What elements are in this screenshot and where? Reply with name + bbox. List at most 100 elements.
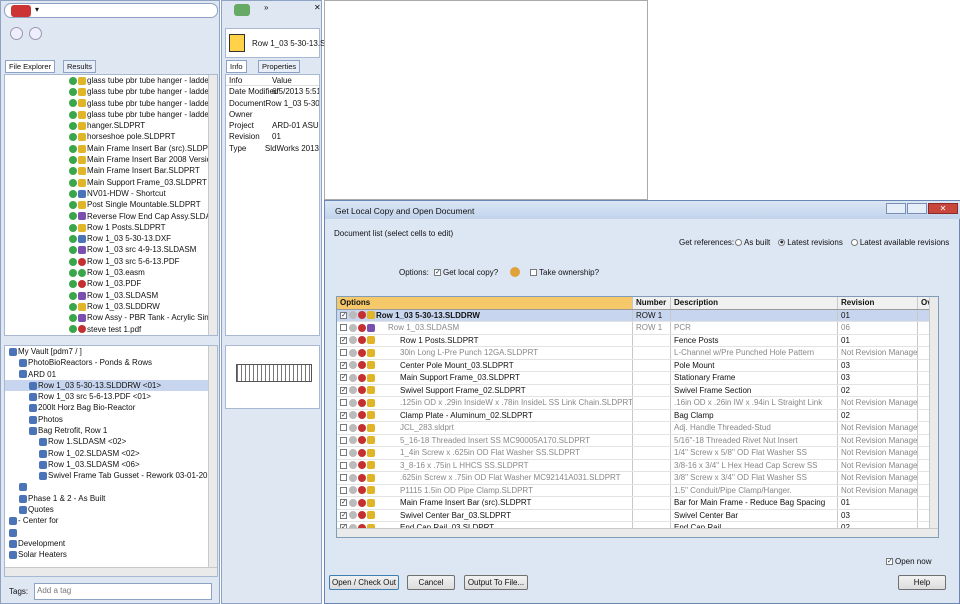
tab-properties[interactable]: Properties [258,60,301,73]
row-checkbox[interactable]: ✓ [340,361,347,369]
table-row[interactable]: ✓ Main Support Frame_03.SLDPRT Stationary … [337,372,938,385]
options-cell[interactable]: ✓ Main Support Frame_03.SLDPRT [337,372,632,384]
vault-tree-item[interactable]: Quotes [5,504,217,515]
col-number[interactable]: Number [632,297,670,309]
options-cell[interactable]: JCL_283.sldprt [337,422,632,434]
forward-button[interactable] [29,27,42,40]
help-button[interactable]: Help [898,575,946,590]
revision-cell[interactable]: 03 [837,509,917,521]
table-row[interactable]: ✓ Main Frame Insert Bar (src).SLDPRT Bar f… [337,497,938,510]
table-row[interactable]: ✓ Clamp Plate - Aluminum_02.SLDPRT Bag Cla… [337,409,938,422]
file-list-item[interactable]: Row 1_03 5-30-13.DXF [65,233,217,244]
number-cell[interactable] [632,497,670,509]
radio-option[interactable]: Latest available revisions [850,238,949,247]
row-checkbox[interactable]: ✓ [340,411,347,419]
table-row[interactable]: JCL_283.sldprt Adj. Handle Threaded-Stud N… [337,422,938,435]
file-list-item[interactable]: hanger.SLDPRT [65,120,217,131]
row-checkbox[interactable] [340,461,347,469]
output-to-file-button[interactable]: Output To File... [464,575,528,590]
vault-tree-item[interactable]: Row 1_03 5-30-13.SLDDRW <01> [5,379,217,392]
revision-cell[interactable]: 01 [837,309,917,321]
row-checkbox[interactable] [340,436,347,444]
description-cell[interactable]: Swivel Center Bar [670,509,837,521]
open-now-checkbox[interactable]: ✓ Open now [886,557,931,566]
file-list-item[interactable]: Row 1_03.SLDASM [65,290,217,301]
file-list-item[interactable]: Row 1_03.easm [65,267,217,278]
vault-tree-item[interactable]: ARD 01 [5,369,217,380]
file-list-item[interactable]: steve test 1.pdf [65,324,217,335]
number-cell[interactable] [632,397,670,409]
more-icon[interactable]: » [264,3,268,12]
options-cell[interactable]: ✓ Center Pole Mount_03.SLDPRT [337,360,632,372]
revision-cell[interactable]: Not Revision Managed [837,434,917,446]
vault-tree-hscrollbar[interactable] [5,567,217,576]
table-vscrollbar[interactable] [929,297,938,530]
row-checkbox[interactable] [340,399,347,407]
table-row[interactable]: 1_4in Screw x .625in OD Flat Washer SS.S… [337,447,938,460]
revision-cell[interactable]: Not Revision Managed [837,397,917,409]
description-cell[interactable]: Bag Clamp [670,409,837,421]
revision-cell[interactable]: Not Revision Managed [837,459,917,471]
revision-cell[interactable]: Not Revision Managed [837,447,917,459]
table-row[interactable]: 5_16-18 Threaded Insert SS MC90005A170.S… [337,434,938,447]
number-cell[interactable] [632,409,670,421]
revision-cell[interactable]: Not Revision Managed [837,484,917,496]
close-button[interactable]: ✕ [928,203,958,214]
cancel-button[interactable]: Cancel [407,575,455,590]
revision-cell[interactable]: 02 [837,384,917,396]
refresh-icon[interactable] [234,4,250,16]
vault-tree-item[interactable]: Solar Heaters [5,549,217,560]
vault-tree-item[interactable]: Row 1_03 src 5-6-13.PDF <01> [5,391,217,402]
take-ownership-checkbox[interactable]: Take ownership? [530,268,599,277]
number-cell[interactable] [632,459,670,471]
vault-tree-item[interactable]: Development [5,538,217,549]
table-row[interactable]: ✓ Row 1_03 5-30-13.SLDDRW ROW 1 01 [337,309,938,322]
row-checkbox[interactable]: ✓ [340,499,347,507]
number-cell[interactable] [632,359,670,371]
open-checkout-button[interactable]: Open / Check Out [329,575,399,590]
file-list-item[interactable]: Main Support Frame_03.SLDPRT [65,177,217,188]
number-cell[interactable] [632,372,670,384]
options-cell[interactable]: 30in Long L-Pre Punch 12GA.SLDPRT [337,347,632,359]
row-checkbox[interactable] [340,449,347,457]
description-cell[interactable]: 3/8" Screw x 3/4" OD Flat Washer SS [670,472,837,484]
number-cell[interactable]: ROW 1 [632,322,670,334]
table-row[interactable]: 30in Long L-Pre Punch 12GA.SLDPRT L-Chann… [337,347,938,360]
vault-tree-item[interactable] [5,527,217,538]
tab-file-explorer[interactable]: File Explorer [5,60,56,73]
options-cell[interactable]: .125in OD x .29in InsideW x .78in Inside… [337,397,632,409]
file-list-item[interactable]: Main Frame Insert Bar 2008 Version.SL [65,154,217,165]
options-cell[interactable]: 1_4in Screw x .625in OD Flat Washer SS.S… [337,447,632,459]
table-row[interactable]: ✓ Row 1 Posts.SLDPRT Fence Posts 01 [337,334,938,347]
table-row[interactable]: ✓ Center Pole Mount_03.SLDPRT Pole Mount 03 [337,359,938,372]
description-cell[interactable]: Adj. Handle Threaded-Stud [670,422,837,434]
vault-tree-item[interactable]: Phase 1 & 2 - As Built [5,493,217,504]
description-cell[interactable]: 1/4" Screw x 5/8" OD Flat Washer SS [670,447,837,459]
col-revision[interactable]: Revision [837,297,917,309]
file-list-item[interactable]: Row Assy - PBR Tank - Acrylic Sin Wa [65,312,217,323]
file-list-item[interactable]: Row 1 Posts.SLDPRT [65,222,217,233]
revision-cell[interactable]: 01 [837,497,917,509]
number-cell[interactable] [632,484,670,496]
vault-tree-item[interactable] [5,482,217,493]
file-list-item[interactable]: Reverse Flow End Cap Assy.SLDASM [65,211,217,222]
options-cell[interactable]: ✓ Row 1_03 5-30-13.SLDDRW [337,310,632,322]
description-cell[interactable]: 3/8-16 x 3/4" L Hex Head Cap Screw SS [670,459,837,471]
vault-tree-item[interactable]: 200lt Horz Bag Bio-Reactor [5,402,217,413]
description-cell[interactable]: Pole Mount [670,359,837,371]
description-cell[interactable]: Bar for Main Frame - Reduce Bag Spacing [670,497,837,509]
revision-cell[interactable]: 06 [837,322,917,334]
tab-results[interactable]: Results [63,60,97,73]
description-cell[interactable] [670,309,837,321]
table-hscrollbar[interactable] [337,528,938,537]
file-list-item[interactable]: Main Frame Insert Bar.SLDPRT [65,165,217,176]
table-row[interactable]: P1115 1.5in OD Pipe Clamp.SLDPRT 1.5" Con… [337,484,938,497]
table-row[interactable]: 3_8-16 x .75in L HHCS SS.SLDPRT 3/8-16 x … [337,459,938,472]
table-row[interactable]: ✓ Swivel Center Bar_03.SLDPRT Swivel Cente… [337,509,938,522]
options-cell[interactable]: ✓ Swivel Center Bar_03.SLDPRT [337,510,632,522]
vault-tree-item[interactable]: PhotoBioReactors - Ponds & Rows [5,357,217,368]
table-row[interactable]: Row 1_03.SLDASM ROW 1 PCR 06 [337,322,938,335]
number-cell[interactable] [632,472,670,484]
file-list-item[interactable]: horseshoe pole.SLDPRT [65,131,217,142]
row-checkbox[interactable] [340,474,347,482]
